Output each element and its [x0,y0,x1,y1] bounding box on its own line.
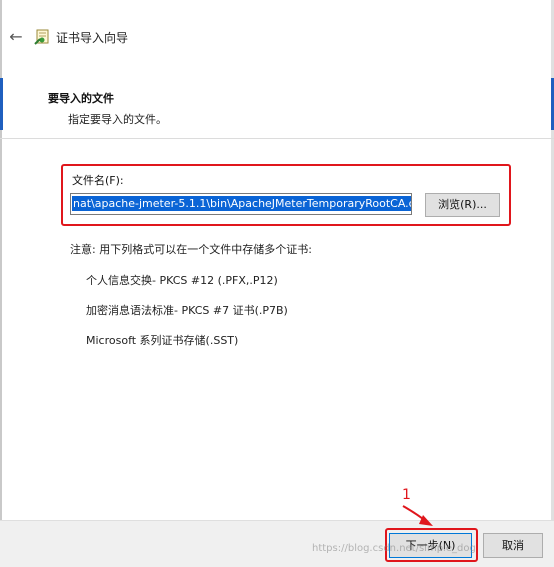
back-button[interactable]: ← [6,28,26,46]
annotation-arrow-icon [402,505,433,526]
background-window-edge-left [0,78,3,130]
header-divider [0,138,554,139]
format-item-p7b: 加密消息语法标准- PKCS #7 证书(.P7B) [86,304,288,317]
format-item-pfx: 个人信息交换- PKCS #12 (.PFX,.P12) [86,274,278,287]
back-arrow-icon: ← [9,27,23,46]
highlight-box-file [61,164,511,226]
section-subtitle: 指定要导入的文件。 [68,113,167,126]
wizard-title: 证书导入向导 [56,31,129,45]
section-title: 要导入的文件 [48,92,114,105]
watermark: https://blog.csdn.net/simple_dog [312,543,476,554]
cancel-button[interactable]: 取消 [483,533,543,558]
format-item-sst: Microsoft 系列证书存储(.SST) [86,334,239,347]
certificate-wizard-icon [34,29,49,45]
format-note: 注意: 用下列格式可以在一个文件中存储多个证书: [70,243,312,256]
